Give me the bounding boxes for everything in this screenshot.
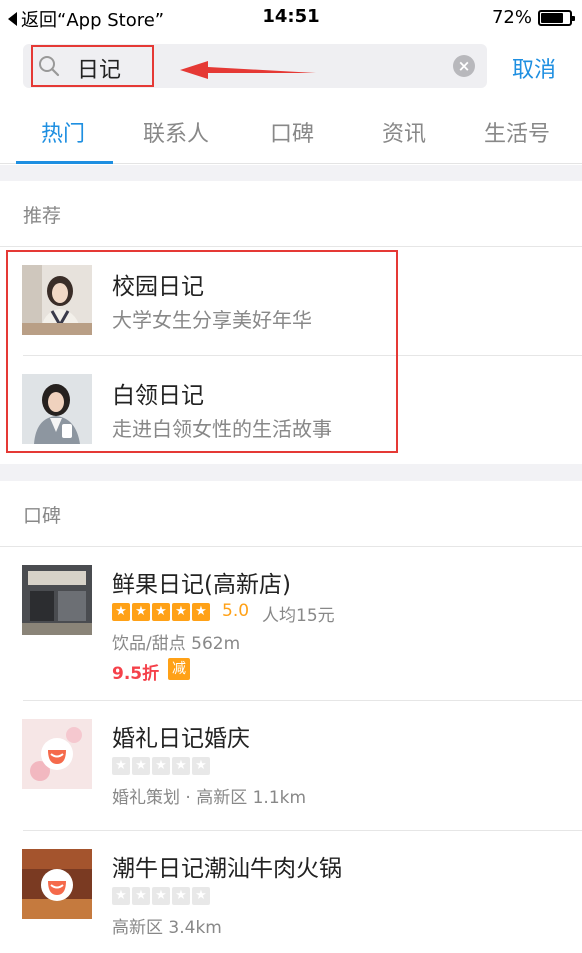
star-icon: ★ (132, 887, 150, 905)
star-icon: ★ (132, 603, 150, 621)
star-icon: ★ (192, 603, 210, 621)
koubei-heading-text: 口碑 (23, 505, 62, 527)
reduce-badge: 减 (168, 658, 190, 680)
section-gap (0, 165, 582, 181)
chaoniu-diary-logo (22, 849, 92, 919)
star-rating: ★ ★ ★ ★ ★ (112, 757, 212, 775)
category-distance: 婚礼策划 · 高新区 1.1km (112, 788, 307, 808)
rating-score: 5.0 (222, 601, 250, 621)
tab-news[interactable]: 资讯 (382, 116, 426, 148)
discount-label: 9.5折 (112, 664, 160, 684)
tab-life-account[interactable]: 生活号 (484, 116, 550, 148)
distance: 高新区 3.4km (112, 918, 222, 938)
active-tab-indicator (16, 161, 113, 164)
star-icon: ★ (172, 603, 190, 621)
star-icon: ★ (192, 887, 210, 905)
star-icon: ★ (172, 757, 190, 775)
section-gap (0, 464, 582, 481)
status-bar: 返回“App Store” 14:51 72% (0, 0, 582, 36)
star-icon: ★ (112, 603, 130, 621)
star-icon: ★ (112, 887, 130, 905)
cancel-button[interactable]: 取消 (512, 52, 556, 84)
koubei-item-xianguo-diary[interactable]: 鲜果日记(高新店) ★ ★ ★ ★ ★ 5.0 人均15元 饮品/甜点 562m… (0, 547, 582, 700)
tab-koubei[interactable]: 口碑 (270, 116, 314, 148)
star-rating: ★ ★ ★ ★ ★ (112, 603, 212, 621)
annotation-arrow-icon (180, 61, 316, 79)
average-price: 人均15元 (262, 606, 335, 626)
star-icon: ★ (152, 757, 170, 775)
star-icon: ★ (132, 757, 150, 775)
star-icon: ★ (152, 887, 170, 905)
annotation-box-search (31, 45, 154, 87)
koubei-item-chaoniu-diary[interactable]: 潮牛日记潮汕牛肉火锅 ★ ★ ★ ★ ★ 高新区 3.4km (0, 831, 582, 953)
tab-contacts[interactable]: 联系人 (143, 116, 209, 148)
chaoniu-diary-name: 潮牛日记潮汕牛肉火锅 (112, 856, 342, 882)
star-icon: ★ (172, 887, 190, 905)
category-tabs: 热门 联系人 口碑 资讯 生活号 (0, 100, 582, 164)
recommend-heading: 推荐 (0, 181, 582, 247)
battery-percent: 72% (491, 7, 532, 28)
tab-hot[interactable]: 热门 (41, 116, 85, 148)
annotation-box-recommend (6, 250, 398, 453)
wedding-diary-name: 婚礼日记婚庆 (112, 726, 250, 752)
wedding-diary-logo (22, 719, 92, 789)
star-icon: ★ (112, 757, 130, 775)
category-distance: 饮品/甜点 562m (112, 634, 241, 654)
recommend-heading-text: 推荐 (23, 205, 62, 227)
xianguo-diary-name: 鲜果日记(高新店) (112, 572, 291, 598)
star-icon: ★ (152, 603, 170, 621)
koubei-heading: 口碑 (0, 481, 582, 547)
clear-icon[interactable]: × (453, 55, 475, 77)
koubei-item-wedding-diary[interactable]: 婚礼日记婚庆 ★ ★ ★ ★ ★ 婚礼策划 · 高新区 1.1km (0, 701, 582, 830)
battery-status: 72% (491, 7, 575, 28)
star-icon: ★ (192, 757, 210, 775)
xianguo-diary-photo (22, 565, 92, 635)
star-rating: ★ ★ ★ ★ ★ (112, 887, 212, 905)
battery-icon (538, 9, 575, 26)
